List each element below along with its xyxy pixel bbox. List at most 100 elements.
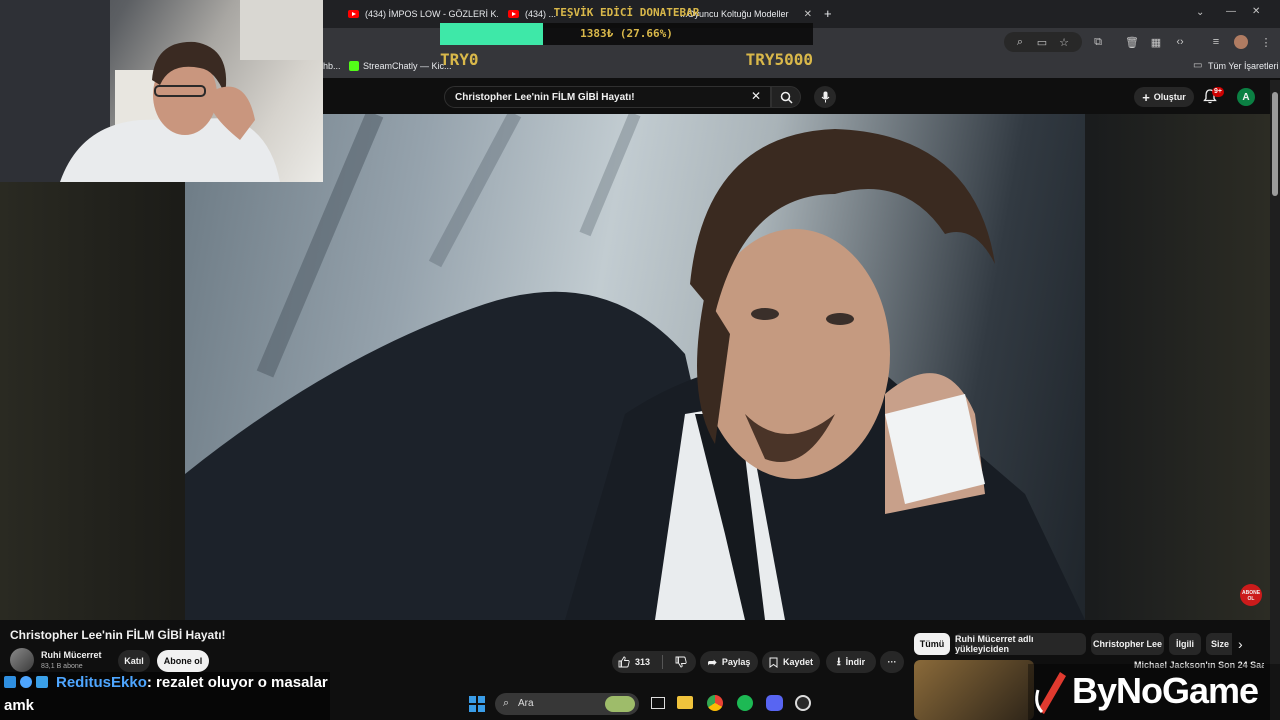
cast-icon[interactable]: ▭ bbox=[1034, 34, 1050, 50]
scrollbar-thumb[interactable] bbox=[1272, 92, 1278, 196]
extensions-icon[interactable]: ⧉ bbox=[1090, 34, 1106, 50]
watermark-text: ByNoGame bbox=[1072, 670, 1259, 711]
code-icon[interactable]: ‹› bbox=[1172, 34, 1188, 50]
bynogame-watermark: ByNoGame bbox=[1028, 664, 1280, 720]
taskbar-search-label: Ara bbox=[518, 698, 534, 709]
badge-icon bbox=[4, 676, 16, 688]
video-title: Christopher Lee'nin FİLM GİBİ Hayatı! bbox=[10, 628, 226, 642]
download-label: İndir bbox=[845, 657, 866, 667]
folder-icon: ▭ bbox=[1193, 60, 1203, 71]
chrome-icon[interactable] bbox=[707, 695, 723, 711]
subscriber-count: 83,1 B abone bbox=[41, 663, 83, 670]
badge-icon bbox=[36, 676, 48, 688]
chat-message: : rezalet oluyor o masalar bbox=[146, 674, 328, 691]
chat-message-line: ReditusEkko: rezalet oluyor o masalar bbox=[56, 674, 328, 691]
join-button[interactable]: Katıl bbox=[118, 650, 150, 672]
like-button[interactable]: 313 bbox=[618, 656, 650, 668]
share-button[interactable]: ➦ Paylaş bbox=[700, 651, 758, 673]
account-avatar[interactable]: A bbox=[1237, 88, 1255, 106]
search-input[interactable]: Christopher Lee'nin FİLM GİBİ Hayatı! bbox=[444, 86, 771, 108]
save-label: Kaydet bbox=[782, 657, 813, 667]
chip-all[interactable]: Tümü bbox=[914, 633, 950, 655]
join-label: Katıl bbox=[124, 656, 144, 666]
create-label: Oluştur bbox=[1153, 92, 1186, 102]
chip-related[interactable]: İlgili bbox=[1169, 633, 1201, 655]
file-explorer-icon[interactable] bbox=[677, 696, 693, 709]
search-icon: ⌕ bbox=[503, 697, 510, 709]
chat-message-continued: amk bbox=[4, 697, 35, 714]
donation-amount: 1383₺ (27.66%) bbox=[580, 27, 673, 40]
search-value: Christopher Lee'nin FİLM GİBİ Hayatı! bbox=[455, 92, 635, 103]
like-count: 313 bbox=[635, 657, 651, 667]
chip-uploader[interactable]: Ruhi Mücerret adlı yükleyiciden bbox=[955, 633, 1086, 655]
share-icon: ➦ bbox=[707, 656, 717, 669]
obs-icon[interactable] bbox=[795, 695, 811, 711]
task-view-icon[interactable] bbox=[651, 697, 665, 709]
zoom-icon[interactable]: ⌕ bbox=[1012, 34, 1028, 50]
menu-kebab-icon[interactable]: ⋮ bbox=[1258, 34, 1274, 50]
plus-icon: + bbox=[1142, 89, 1150, 105]
donation-bar-overlay: TEŞVİK EDİCİ DONATEBAR 1383₺ (27.66%) TR… bbox=[440, 3, 813, 73]
chat-overlay: ReditusEkko: rezalet oluyor o masalar am… bbox=[0, 672, 330, 720]
donation-max-label: TRY5000 bbox=[745, 50, 813, 69]
bookmark-icon bbox=[769, 657, 778, 668]
profile-avatar[interactable] bbox=[1234, 35, 1248, 49]
download-button[interactable]: ⭳ İndir bbox=[826, 651, 876, 673]
video-frame-image bbox=[185, 114, 1085, 620]
like-dislike-group: 313 bbox=[612, 651, 696, 673]
discord-icon[interactable] bbox=[766, 695, 783, 711]
trash-icon[interactable]: 🗑 bbox=[1124, 34, 1140, 50]
microphone-icon bbox=[821, 91, 829, 103]
thumbs-down-icon[interactable] bbox=[675, 656, 687, 668]
minimize-icon[interactable]: — bbox=[1226, 6, 1236, 17]
kick-icon bbox=[349, 61, 359, 71]
save-button[interactable]: Kaydet bbox=[762, 651, 820, 673]
widget-icon bbox=[605, 696, 635, 712]
thumbs-up-icon bbox=[618, 656, 630, 668]
reading-list-icon[interactable]: ≡ bbox=[1208, 34, 1224, 50]
notification-badge: 9+ bbox=[1212, 87, 1224, 97]
youtube-icon bbox=[348, 10, 359, 18]
donation-title: TEŞVİK EDİCİ DONATEBAR bbox=[553, 6, 700, 19]
chip-christopher-lee[interactable]: Christopher Lee bbox=[1091, 633, 1164, 655]
subscribe-watermark-button[interactable]: ABONE OL bbox=[1240, 584, 1262, 606]
webcam-image bbox=[0, 0, 323, 182]
chip-label: Ruhi Mücerret adlı yükleyiciden bbox=[955, 634, 1034, 654]
taskbar-search[interactable]: ⌕ Ara bbox=[495, 693, 639, 715]
chip-label: İlgili bbox=[1176, 639, 1194, 649]
subscribe-label: Abone ol bbox=[163, 656, 203, 666]
chat-username: ReditusEkko bbox=[56, 674, 147, 691]
bookmark-star-icon[interactable]: ☆ bbox=[1056, 34, 1072, 50]
channel-name[interactable]: Ruhi Mücerret bbox=[41, 650, 102, 660]
share-label: Paylaş bbox=[721, 657, 751, 667]
donation-min-label: TRY0 bbox=[440, 50, 479, 69]
taskbar: ⌕ Ara bbox=[455, 690, 825, 720]
windows-start-icon[interactable] bbox=[469, 696, 485, 712]
subscribe-button[interactable]: Abone ol bbox=[157, 650, 209, 672]
grid-icon[interactable]: ▦ bbox=[1148, 34, 1164, 50]
channel-avatar[interactable] bbox=[10, 648, 34, 672]
video-player[interactable] bbox=[185, 114, 1085, 620]
search-icon bbox=[780, 91, 793, 104]
voice-search-button[interactable] bbox=[814, 86, 836, 108]
all-bookmarks[interactable]: Tüm Yer İşaretleri bbox=[1208, 61, 1279, 71]
more-actions-button[interactable]: ··· bbox=[880, 651, 904, 673]
bookmark-item[interactable]: StreamChatly — Kic... bbox=[363, 61, 452, 71]
bookmark-item[interactable]: hb... bbox=[323, 61, 341, 71]
close-window-icon[interactable]: ✕ bbox=[1252, 6, 1260, 17]
spotify-icon[interactable] bbox=[737, 695, 753, 711]
chip-label: Size bbox=[1211, 639, 1230, 649]
download-icon: ⭳ bbox=[836, 655, 841, 668]
next-video-thumbnail[interactable] bbox=[914, 660, 1034, 720]
search-button[interactable] bbox=[771, 86, 801, 108]
new-tab-button[interactable]: + bbox=[824, 6, 832, 21]
create-button[interactable]: + Oluştur bbox=[1134, 87, 1194, 107]
clear-search-icon[interactable]: ✕ bbox=[751, 89, 761, 103]
bynogame-logo-icon bbox=[1035, 672, 1066, 714]
subscribe-watermark-line2: OL bbox=[1247, 596, 1255, 602]
chevron-right-icon[interactable]: › bbox=[1238, 636, 1243, 652]
chip-label: Christopher Lee bbox=[1092, 639, 1162, 649]
chip-for-you[interactable]: Size bbox=[1206, 633, 1232, 655]
tab-search-icon[interactable]: ⌄ bbox=[1196, 7, 1204, 18]
divider bbox=[662, 655, 664, 669]
